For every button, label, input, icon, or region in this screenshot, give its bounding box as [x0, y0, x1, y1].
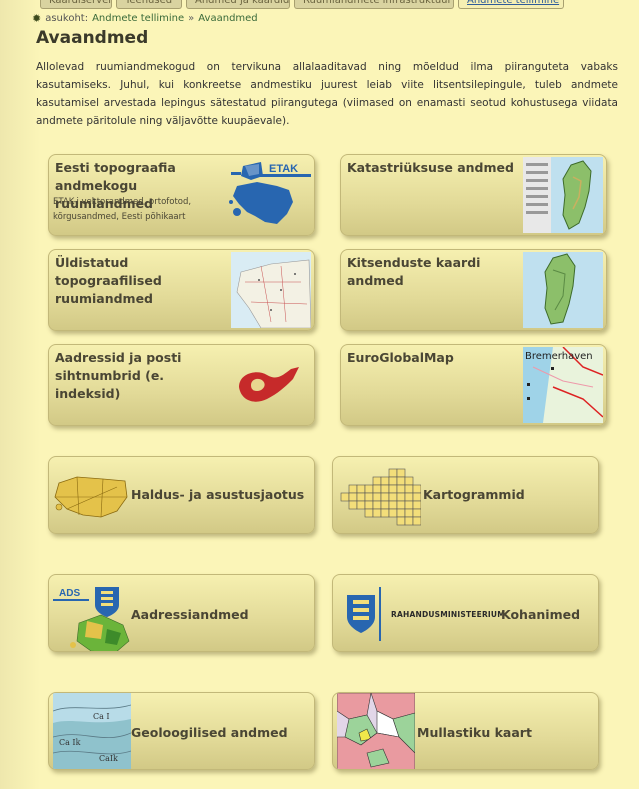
map-label-ca1: Ca I	[93, 712, 110, 721]
kitsenduste-map-thumbnail	[523, 252, 603, 328]
card-title: Kartogrammid	[423, 487, 525, 502]
card-euroglobalmap[interactable]: EuroGlobalMap Bremerhaven	[340, 344, 607, 426]
tab-andmed-ja-kaardid[interactable]: Andmed ja kaardid	[186, 0, 290, 9]
card-title: Aadressid ja posti sihtnumbrid (e. indek…	[55, 350, 182, 401]
haldus-map-icon	[53, 471, 131, 521]
kartogrammid-grid-icon	[337, 465, 421, 527]
paw-icon: ✹	[32, 12, 42, 25]
geoloogia-map-thumbnail: Ca I Ca Ik CaIk	[53, 693, 131, 769]
katastri-map-thumbnail	[523, 157, 603, 233]
breadcrumb-link-avaandmed[interactable]: Avaandmed	[198, 13, 257, 24]
tab-teenused[interactable]: Teenused	[116, 0, 182, 9]
card-title: Aadressiandmed	[131, 607, 249, 622]
card-subtitle: ETAK-i vektorandmed, ortofotod, kõrgusan…	[53, 197, 192, 222]
card-kartogrammid[interactable]: Kartogrammid	[332, 456, 599, 534]
tab-ruumiandmete-infrastruktuur[interactable]: Ruumiandmete infrastruktuur	[294, 0, 454, 9]
card-title: Kohanimed	[501, 607, 581, 622]
intro-text: Allolevad ruumiandmekogud on tervikuna a…	[36, 61, 618, 127]
post-horn-icon	[233, 363, 303, 409]
background-texture	[0, 0, 40, 789]
card-geoloogilised[interactable]: Ca I Ca Ik CaIk Geoloogilised andmed	[48, 692, 315, 770]
card-mullastiku[interactable]: Mullastiku kaart	[332, 692, 599, 770]
breadcrumb: ✹ asukoht: Andmete tellimine » Avaandmed	[32, 12, 258, 25]
card-title: EuroGlobalMap	[347, 350, 454, 365]
card-kohanimed[interactable]: RAHANDUSMINISTEERIUM Kohanimed	[332, 574, 599, 652]
card-title: Üldistatud topograafilised ruumiandmed	[55, 255, 162, 306]
card-etak[interactable]: Eesti topograafia andmekogu ruumiandmed …	[48, 154, 315, 236]
breadcrumb-link-andmete-tellimine[interactable]: Andmete tellimine	[92, 13, 184, 24]
card-title: Geoloogilised andmed	[131, 725, 288, 740]
tab-kaardiserver[interactable]: Kaardiserver	[40, 0, 112, 9]
ads-logo: ADS	[51, 585, 131, 651]
page-title: Avaandmed	[36, 28, 149, 48]
card-title: Haldus- ja asustusjaotus	[131, 487, 305, 502]
card-title: Mullastiku kaart	[417, 725, 532, 740]
map-label-caik: CaIk	[99, 754, 118, 763]
breadcrumb-prefix: asukoht:	[45, 13, 89, 24]
breadcrumb-separator: »	[188, 13, 195, 24]
euroglobalmap-map-thumbnail: Bremerhaven	[523, 347, 603, 423]
yldistatud-map-thumbnail	[231, 252, 311, 328]
card-aadressiandmed[interactable]: ADS Aadressiandmed	[48, 574, 315, 652]
ministry-name: RAHANDUSMINISTEERIUM	[391, 610, 505, 619]
card-aadressid[interactable]: Aadressid ja posti sihtnumbrid (e. indek…	[48, 344, 315, 426]
ads-logo-text: ADS	[59, 588, 80, 599]
card-katastriuksus[interactable]: Katastriüksuse andmed	[340, 154, 607, 236]
map-label-bremerhaven: Bremerhaven	[525, 351, 593, 362]
card-yldistatud[interactable]: Üldistatud topograafilised ruumiandmed	[48, 249, 315, 331]
card-title: Katastriüksuse andmed	[347, 160, 514, 175]
rahandusministeerium-logo	[343, 587, 381, 641]
card-kitsenduste[interactable]: Kitsenduste kaardi andmed	[340, 249, 607, 331]
etak-logo-text: ETAK	[269, 163, 298, 175]
top-tabs: Kaardiserver Teenused Andmed ja kaardid …	[0, 0, 639, 9]
tab-andmete-tellimine[interactable]: Andmete tellimine	[458, 0, 564, 9]
mullastiku-map-thumbnail	[337, 693, 415, 769]
card-title: Kitsenduste kaardi andmed	[347, 255, 481, 288]
card-haldus[interactable]: Haldus- ja asustusjaotus	[48, 456, 315, 534]
map-label-ca1k: Ca Ik	[59, 738, 81, 747]
etak-logo: ETAK	[229, 158, 313, 234]
